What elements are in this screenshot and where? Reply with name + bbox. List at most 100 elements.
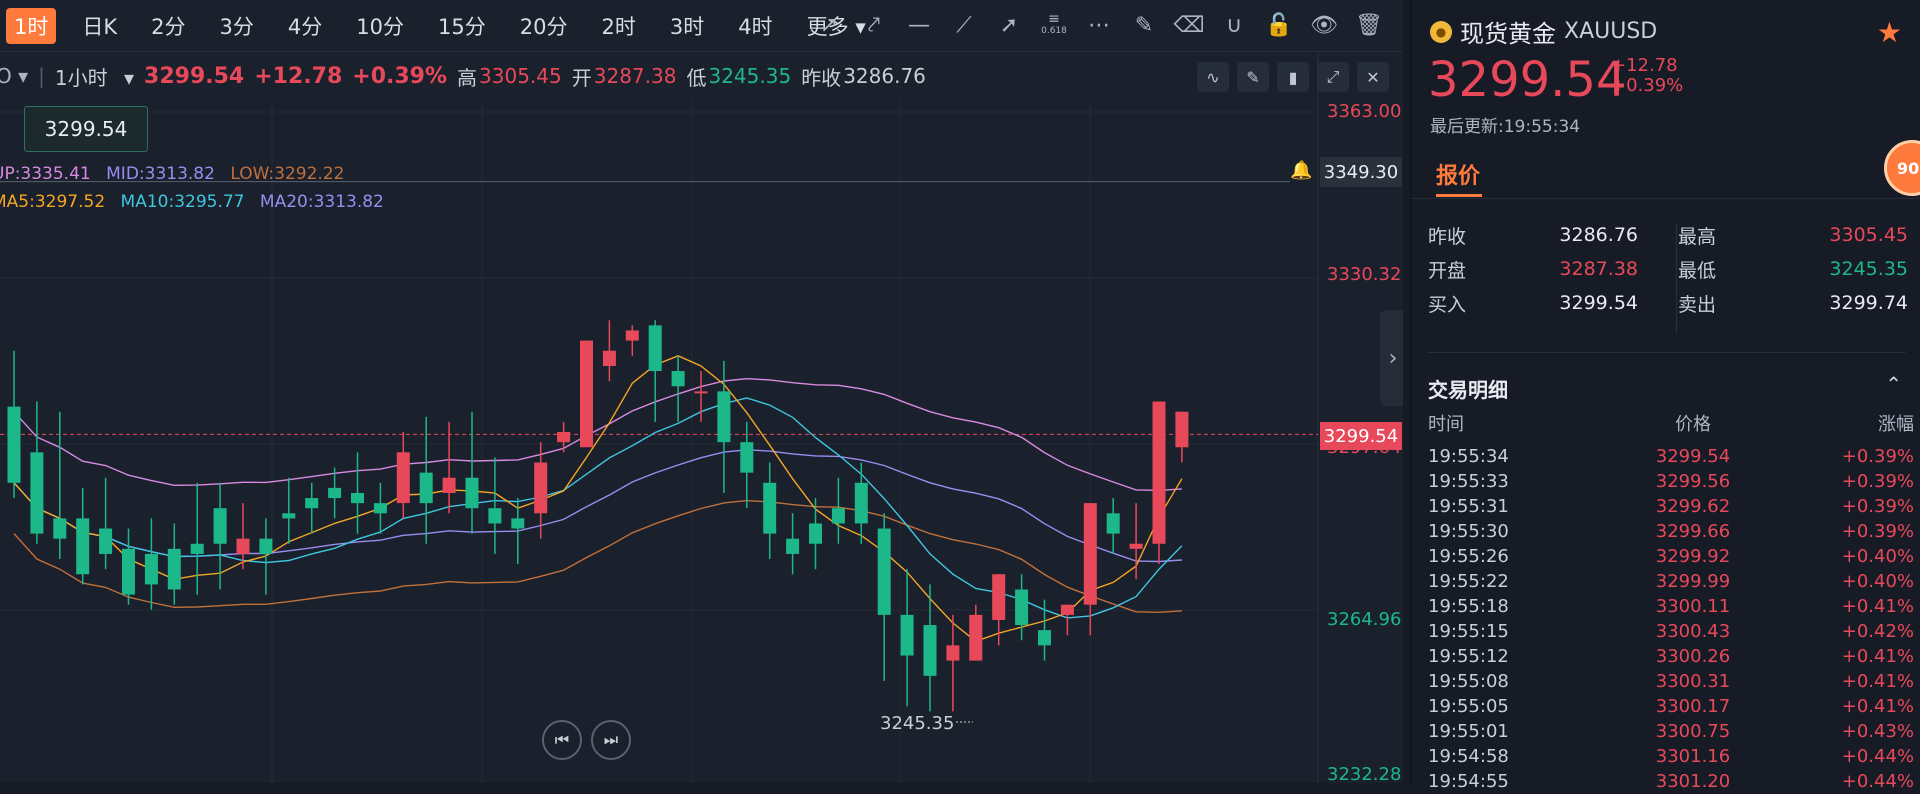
trade-pct: +0.42% — [1841, 621, 1914, 642]
ma10-value: MA10:3295.77 — [120, 192, 245, 212]
y-tick: 3330.32 — [1327, 264, 1402, 285]
candle-body — [969, 614, 983, 661]
col-time: 时间 — [1428, 414, 1464, 435]
candle-body — [557, 432, 571, 443]
trade-row: 19:55:30 3299.66 +0.39% — [1428, 519, 1914, 544]
candle-body — [1106, 513, 1120, 534]
candle-body — [442, 477, 456, 493]
instrument-name: 现货黄金 — [1460, 20, 1556, 48]
trade-time: 19:55:18 — [1428, 596, 1509, 617]
trade-price: 3299.66 — [1655, 521, 1731, 542]
candle-body — [328, 487, 342, 499]
trade-row: 19:55:08 3300.31 +0.41% — [1428, 669, 1914, 694]
quote-sidebar: ● 现货黄金 XAUUSD ★ 3299.54 +12.78 +0.39% 最后… — [1410, 0, 1920, 792]
candle-body — [488, 508, 502, 524]
side-pct: +0.39% — [1611, 75, 1684, 96]
current-price-tag: 3299.54 — [1320, 422, 1402, 450]
quote-label: 卖出 — [1678, 293, 1717, 316]
candle-body — [877, 528, 891, 615]
trade-time: 19:55:26 — [1428, 546, 1509, 567]
candle-body — [580, 340, 593, 448]
candle-body — [236, 538, 250, 554]
trade-row: 19:54:58 3301.16 +0.44% — [1428, 744, 1914, 769]
crosshair-price-box: 3299.54 — [24, 106, 148, 152]
quote-value: 3245.35 — [1829, 258, 1908, 280]
candlestick-chart[interactable] — [0, 0, 1403, 783]
col-price: 价格 — [1675, 414, 1711, 435]
trade-price: 3300.17 — [1655, 696, 1731, 717]
section-divider — [1428, 352, 1906, 353]
chart-panel[interactable]: 1时 日K 2分 3分 4分 10分 15分 20分 2时 3时 4时 更多 ▾ ↗ ⤤ — ⟋ ➚ ≡ 0.61… — [0, 0, 1403, 783]
trade-row: 19:55:33 3299.56 +0.39% — [1428, 469, 1914, 494]
floating-badge[interactable]: 90 — [1884, 140, 1920, 196]
trade-row: 19:55:26 3299.92 +0.40% — [1428, 544, 1914, 569]
candle-body — [373, 503, 387, 514]
trade-time: 19:55:08 — [1428, 671, 1509, 692]
candle-body — [7, 406, 21, 483]
trade-price: 3299.92 — [1655, 546, 1731, 567]
side-price: 3299.54 — [1428, 52, 1627, 108]
quote-label: 买入 — [1428, 293, 1467, 316]
quote-value: 3299.54 — [1559, 292, 1638, 314]
bb-low-value: LOW:3292.22 — [230, 164, 345, 184]
instrument-symbol: XAUUSD — [1564, 19, 1658, 44]
tab-quote[interactable]: 报价 — [1436, 158, 1480, 190]
low-marker-label: 3245.35 — [880, 713, 955, 734]
trade-price: 3300.11 — [1655, 596, 1731, 617]
scroll-end-button[interactable]: ⏭ — [591, 720, 631, 760]
gold-coin-icon: ● — [1430, 20, 1452, 43]
trade-time: 19:55:31 — [1428, 496, 1509, 517]
trade-time: 19:55:05 — [1428, 696, 1509, 717]
trade-pct: +0.40% — [1841, 546, 1914, 567]
trade-row: 19:54:55 3301.20 +0.44% — [1428, 769, 1914, 794]
trade-pct: +0.41% — [1841, 596, 1914, 617]
trade-price: 3299.62 — [1655, 496, 1731, 517]
tab-divider — [1412, 198, 1920, 199]
trade-pct: +0.41% — [1841, 646, 1914, 667]
candle-body — [396, 452, 410, 504]
candle-body — [144, 553, 158, 585]
candle-body — [992, 574, 1006, 620]
trade-row: 19:55:22 3299.99 +0.40% — [1428, 569, 1914, 594]
candle-body — [1083, 503, 1097, 605]
trade-row: 19:55:31 3299.62 +0.39% — [1428, 494, 1914, 519]
candle-body — [1129, 543, 1143, 549]
trade-time: 19:55:12 — [1428, 646, 1509, 667]
candle-body — [53, 518, 67, 539]
trade-time: 19:55:33 — [1428, 471, 1509, 492]
quote-value: 3299.74 — [1829, 292, 1908, 314]
candle-body — [1152, 401, 1166, 544]
candle-body — [30, 452, 44, 534]
trade-pct: +0.44% — [1841, 771, 1914, 792]
collapse-caret-icon[interactable]: ⌃ — [1885, 372, 1902, 396]
quote-label: 开盘 — [1428, 259, 1467, 282]
last-updated: 最后更新:19:55:34 — [1430, 117, 1581, 137]
bollinger-legend: UP:3335.41 MID:3313.82 LOW:3292.22 — [0, 164, 344, 184]
candle-body — [1175, 411, 1189, 448]
trade-time: 19:55:22 — [1428, 571, 1509, 592]
candle-body — [625, 330, 639, 341]
quote-row: 昨收 3286.76 最高 3305.45 — [1428, 218, 1908, 252]
candle-body — [648, 325, 662, 372]
bell-icon[interactable]: 🔔 — [1290, 160, 1312, 181]
candle-body — [1038, 630, 1051, 646]
trade-row: 19:55:05 3300.17 +0.41% — [1428, 694, 1914, 719]
scroll-start-button[interactable]: ⏮ — [542, 720, 582, 760]
candle-body — [786, 538, 800, 554]
tab-underline — [1436, 194, 1482, 197]
candle-body — [76, 518, 90, 575]
quote-row: 开盘 3287.38 最低 3245.35 — [1428, 252, 1908, 286]
trade-pct: +0.39% — [1841, 446, 1914, 467]
alert-price-tag[interactable]: 3349.30 — [1320, 157, 1402, 187]
expand-panel-button[interactable]: › — [1380, 310, 1403, 406]
candle-body — [854, 482, 868, 524]
favorite-star-icon[interactable]: ★ — [1877, 16, 1902, 49]
ma5-line — [13, 355, 1183, 643]
ma-legend: MA5:3297.52 MA10:3295.77 MA20:3313.82 — [0, 192, 384, 212]
trade-price: 3301.20 — [1655, 771, 1731, 792]
y-tick: 3264.96 — [1327, 609, 1402, 630]
trade-pct: +0.39% — [1841, 471, 1914, 492]
trade-list: 19:55:34 3299.54 +0.39% 19:55:33 3299.56 … — [1428, 444, 1914, 794]
candle-body — [1060, 604, 1074, 615]
candle-body — [351, 492, 364, 504]
